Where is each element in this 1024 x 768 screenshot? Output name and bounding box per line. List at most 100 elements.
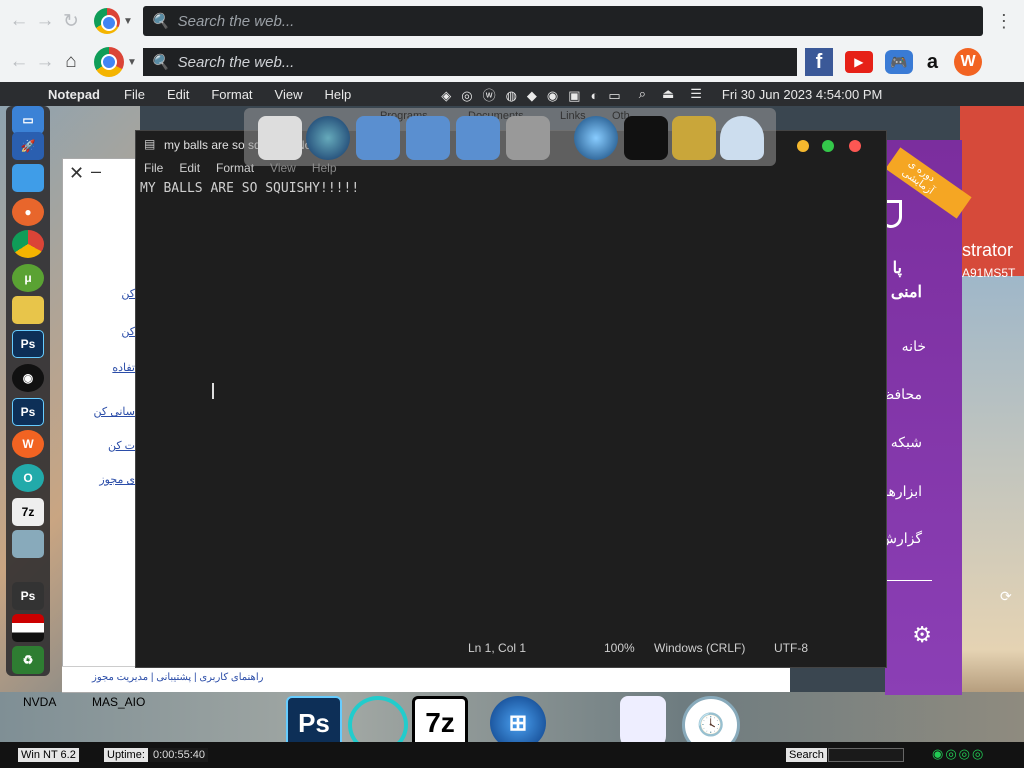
- search-input-second[interactable]: 🔍 Search the web...: [142, 48, 797, 76]
- footer-links[interactable]: راهنمای کاربری | پشتیبانی | مدیریت مجوز: [92, 672, 263, 683]
- chrome-icon[interactable]: [94, 8, 120, 34]
- refresh-icon-right[interactable]: ⟳: [1000, 588, 1012, 605]
- shelf-wand-icon[interactable]: [672, 116, 716, 160]
- dock-ps-small-icon[interactable]: Ps: [12, 582, 44, 610]
- chevron-down-icon[interactable]: ▼: [123, 16, 133, 27]
- notepad-statusbar: Ln 1, Col 1 100% Windows (CRLF) UTF-8: [136, 641, 886, 657]
- settings-icon[interactable]: ⚙: [912, 622, 932, 648]
- desktop: { "browser": { "search_placeholder_1": "…: [0, 0, 1024, 768]
- dock-recycle-icon[interactable]: ♻: [12, 646, 44, 674]
- back-icon-2[interactable]: ←: [6, 51, 32, 73]
- amazon-icon[interactable]: a: [927, 51, 938, 74]
- security-app-side-panel: ✕ – کن کن تفاده سانی کن ت کن ی مجوز: [62, 158, 140, 693]
- facebook-icon[interactable]: f: [804, 48, 833, 76]
- dock-launchpad-icon[interactable]: 🚀: [12, 132, 44, 160]
- panel-link-3[interactable]: تفاده: [112, 361, 135, 374]
- shelf-folder-icon-1[interactable]: [356, 116, 400, 160]
- top-shelf: Programs Documents Links Oth: [244, 108, 776, 166]
- menu-view[interactable]: View: [275, 87, 303, 102]
- shelf-tools-icon[interactable]: [506, 116, 550, 160]
- shelf-recycle-icon[interactable]: [720, 116, 764, 160]
- security-app-footer: راهنمای کاربری | پشتیبانی | مدیریت مجوز: [62, 666, 790, 692]
- chrome-icon-2[interactable]: [94, 47, 124, 77]
- menu-help[interactable]: Help: [324, 87, 351, 102]
- shelf-globe-icon[interactable]: [306, 116, 350, 160]
- status-position: Ln 1, Col 1: [468, 641, 527, 655]
- search-icon-2: 🔍: [150, 54, 170, 71]
- more-icon[interactable]: ⋮: [995, 11, 1013, 32]
- search-input-top[interactable]: 🔍 Search the web...: [142, 6, 983, 36]
- admin-label: strator: [962, 240, 1014, 260]
- search-icon: 🔍: [150, 13, 170, 30]
- panel-link-4[interactable]: سانی کن: [94, 405, 135, 418]
- eject-icon[interactable]: ⏏: [662, 86, 674, 102]
- zoom-button[interactable]: [822, 140, 834, 152]
- desktop-label-nvda[interactable]: NVDA: [23, 695, 56, 709]
- nav-item-tools[interactable]: ابزارها: [884, 483, 922, 500]
- panel-link-6[interactable]: ی مجوز: [99, 473, 135, 486]
- notepad-menu-file[interactable]: File: [144, 161, 163, 179]
- taskbar-search-input[interactable]: [828, 748, 904, 762]
- dock-app-icon[interactable]: [12, 296, 44, 324]
- forward-icon[interactable]: →: [32, 10, 58, 32]
- wallpaper-right: [960, 106, 1024, 746]
- spotlight-icon[interactable]: ⌕: [639, 86, 646, 102]
- home-icon[interactable]: ⌂: [58, 51, 84, 73]
- search-placeholder-2: Search the web...: [177, 53, 295, 71]
- shelf-folder-icon-2[interactable]: [406, 116, 450, 160]
- nav-item-home[interactable]: خانه: [902, 338, 926, 355]
- brand-line-1: پا: [892, 260, 902, 277]
- chevron-down-icon-2[interactable]: ▼: [127, 57, 137, 68]
- dock-photoshop-icon-2[interactable]: Ps: [12, 398, 44, 426]
- taskbar-os: Win NT 6.2: [18, 748, 79, 762]
- menu-format[interactable]: Format: [211, 87, 252, 102]
- close-button[interactable]: [849, 140, 861, 152]
- notepad-menu-edit[interactable]: Edit: [179, 161, 200, 179]
- panel-link-1[interactable]: کن: [121, 287, 135, 300]
- minimize-icon[interactable]: –: [91, 161, 101, 182]
- youtube-icon[interactable]: ▶: [844, 51, 873, 73]
- back-icon[interactable]: ←: [6, 10, 32, 32]
- panel-link-5[interactable]: ت کن: [108, 439, 135, 452]
- brand-line-2: امنی: [890, 284, 922, 301]
- desktop-label-mas[interactable]: MAS_AIO: [92, 695, 145, 709]
- dock-photoshop-icon[interactable]: Ps: [12, 330, 44, 358]
- menu-edit[interactable]: Edit: [167, 87, 189, 102]
- dock-app-circle-icon[interactable]: ◉: [12, 364, 44, 392]
- shelf-notepad-icon[interactable]: [258, 116, 302, 160]
- games-icon[interactable]: 🎮: [884, 50, 913, 74]
- taskbar-search-label[interactable]: Search: [786, 748, 827, 762]
- panel-link-2[interactable]: کن: [121, 325, 135, 338]
- tray-icons: ◉◎◎◎: [932, 746, 986, 761]
- shelf-folder-icon-3[interactable]: [456, 116, 500, 160]
- taskbar-uptime-label: Uptime:: [104, 748, 148, 762]
- menubar-app-name[interactable]: Notepad: [48, 87, 100, 102]
- notepad-window: ▤ my balls are so squish No File Edit Fo…: [135, 130, 887, 668]
- text-cursor-icon: [212, 383, 214, 399]
- menu-file[interactable]: File: [124, 87, 145, 102]
- browser-toolbar-top: ← → ↻ ▼ 🔍 Search the web... ⋮: [0, 0, 1024, 42]
- control-center-icon[interactable]: ☰: [690, 86, 702, 102]
- shelf-tshirt-icon[interactable]: [624, 116, 668, 160]
- close-icon[interactable]: ✕: [69, 163, 84, 184]
- dock-disk-icon[interactable]: [12, 530, 44, 558]
- nav-item-network[interactable]: شبکه: [891, 434, 922, 451]
- dock-flag-icon[interactable]: [12, 614, 44, 642]
- minimize-button[interactable]: [797, 140, 809, 152]
- dock-w-icon[interactable]: W: [12, 430, 44, 458]
- refresh-icon[interactable]: ↻: [58, 10, 84, 33]
- machine-label: A91MS5T: [962, 266, 1016, 280]
- dock-finder-icon[interactable]: ▭: [12, 106, 44, 134]
- notepad-text-area[interactable]: MY BALLS ARE SO SQUISHY!!!!!: [140, 181, 359, 196]
- dock-folder-icon[interactable]: [12, 164, 44, 192]
- dock-7zip-icon[interactable]: 7z: [12, 498, 44, 526]
- dock-utorrent-icon[interactable]: μ: [12, 264, 44, 292]
- dock-opera-icon[interactable]: O: [12, 464, 44, 492]
- dock-firefox-icon[interactable]: ●: [12, 198, 44, 226]
- shelf-globe-icon-2[interactable]: [574, 116, 618, 160]
- w-icon[interactable]: W: [954, 48, 983, 76]
- menubar-clock: Fri 30 Jun 2023 4:54:00 PM: [721, 86, 883, 102]
- forward-icon-2[interactable]: →: [32, 51, 58, 73]
- dock-chrome-icon[interactable]: [12, 230, 44, 258]
- nav-item-protection[interactable]: محافظ: [881, 386, 922, 403]
